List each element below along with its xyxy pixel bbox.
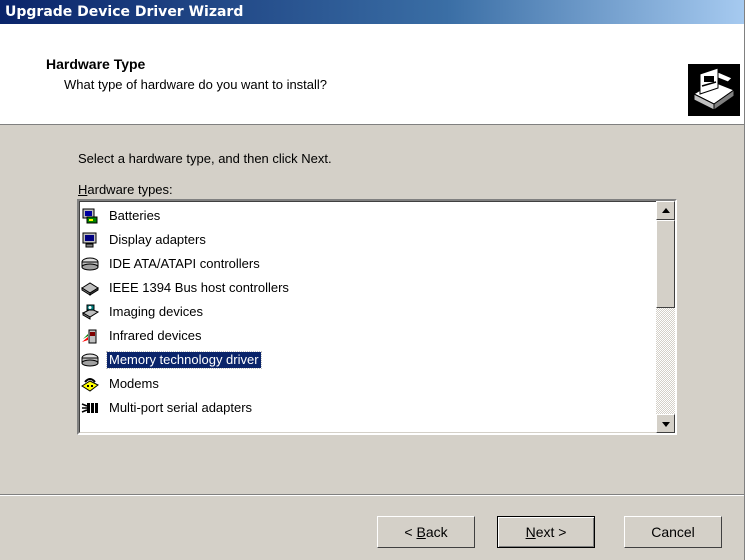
scroll-down-button[interactable] [656,414,675,433]
window-title: Upgrade Device Driver Wizard [5,4,244,20]
scroll-thumb[interactable] [656,220,675,308]
drive-icon [81,257,99,271]
back-button[interactable]: < Back [377,516,475,548]
wizard-header: Hardware Type What type of hardware do y… [0,24,744,125]
scroll-up-button[interactable] [656,201,675,220]
list-scrollbar[interactable] [656,201,675,433]
list-item-ide-controllers[interactable]: IDE ATA/ATAPI controllers [81,253,651,275]
list-item-label: Display adapters [109,232,206,247]
instruction-text: Select a hardware type, and then click N… [78,151,332,166]
arrow-up-icon [662,208,670,213]
wizard-window: Upgrade Device Driver Wizard Hardware Ty… [0,0,745,560]
list-item-batteries[interactable]: Batteries [81,205,651,227]
serial-port-icon [81,403,98,413]
list-item-label: Batteries [109,208,161,223]
title-bar[interactable]: Upgrade Device Driver Wizard [0,0,744,24]
list-item-modems[interactable]: Modems [81,373,651,395]
list-item-label: IEEE 1394 Bus host controllers [109,280,289,295]
list-item-label: Memory technology driver [106,351,262,369]
battery-icon [82,208,98,224]
cancel-button[interactable]: Cancel [624,516,722,548]
hardware-install-icon [688,64,740,116]
list-item-label: Modems [109,376,159,391]
next-button[interactable]: Next > [497,516,595,548]
page-subtitle: What type of hardware do you want to ins… [64,77,328,92]
monitor-icon [82,232,97,248]
list-item-imaging-devices[interactable]: Imaging devices [81,301,651,323]
bus-controller-icon [81,282,99,296]
list-item-label: IDE ATA/ATAPI controllers [109,256,260,271]
page-title: Hardware Type [46,56,146,72]
hardware-types-label: Hardware types: [78,182,173,197]
infrared-icon [82,329,97,344]
list-item-infrared-devices[interactable]: Infrared devices [81,325,651,347]
drive-icon [81,353,99,367]
arrow-down-icon [662,422,670,427]
list-item-label: Multi-port serial adapters [109,400,253,415]
footer-separator [0,494,744,496]
list-item-label: Imaging devices [109,304,203,319]
list-item-memory-technology-driver[interactable]: Memory technology driver [81,349,651,371]
hardware-types-listbox[interactable]: Batteries Display adapters IDE ATA/ATAPI… [77,199,677,435]
list-item-label: Infrared devices [109,328,202,343]
list-item-display-adapters[interactable]: Display adapters [81,229,651,251]
camera-icon [81,304,99,320]
list-item-multiport-serial-adapters[interactable]: Multi-port serial adapters [81,397,651,419]
modem-icon [81,378,99,392]
list-item-ieee1394-controllers[interactable]: IEEE 1394 Bus host controllers [81,277,651,299]
